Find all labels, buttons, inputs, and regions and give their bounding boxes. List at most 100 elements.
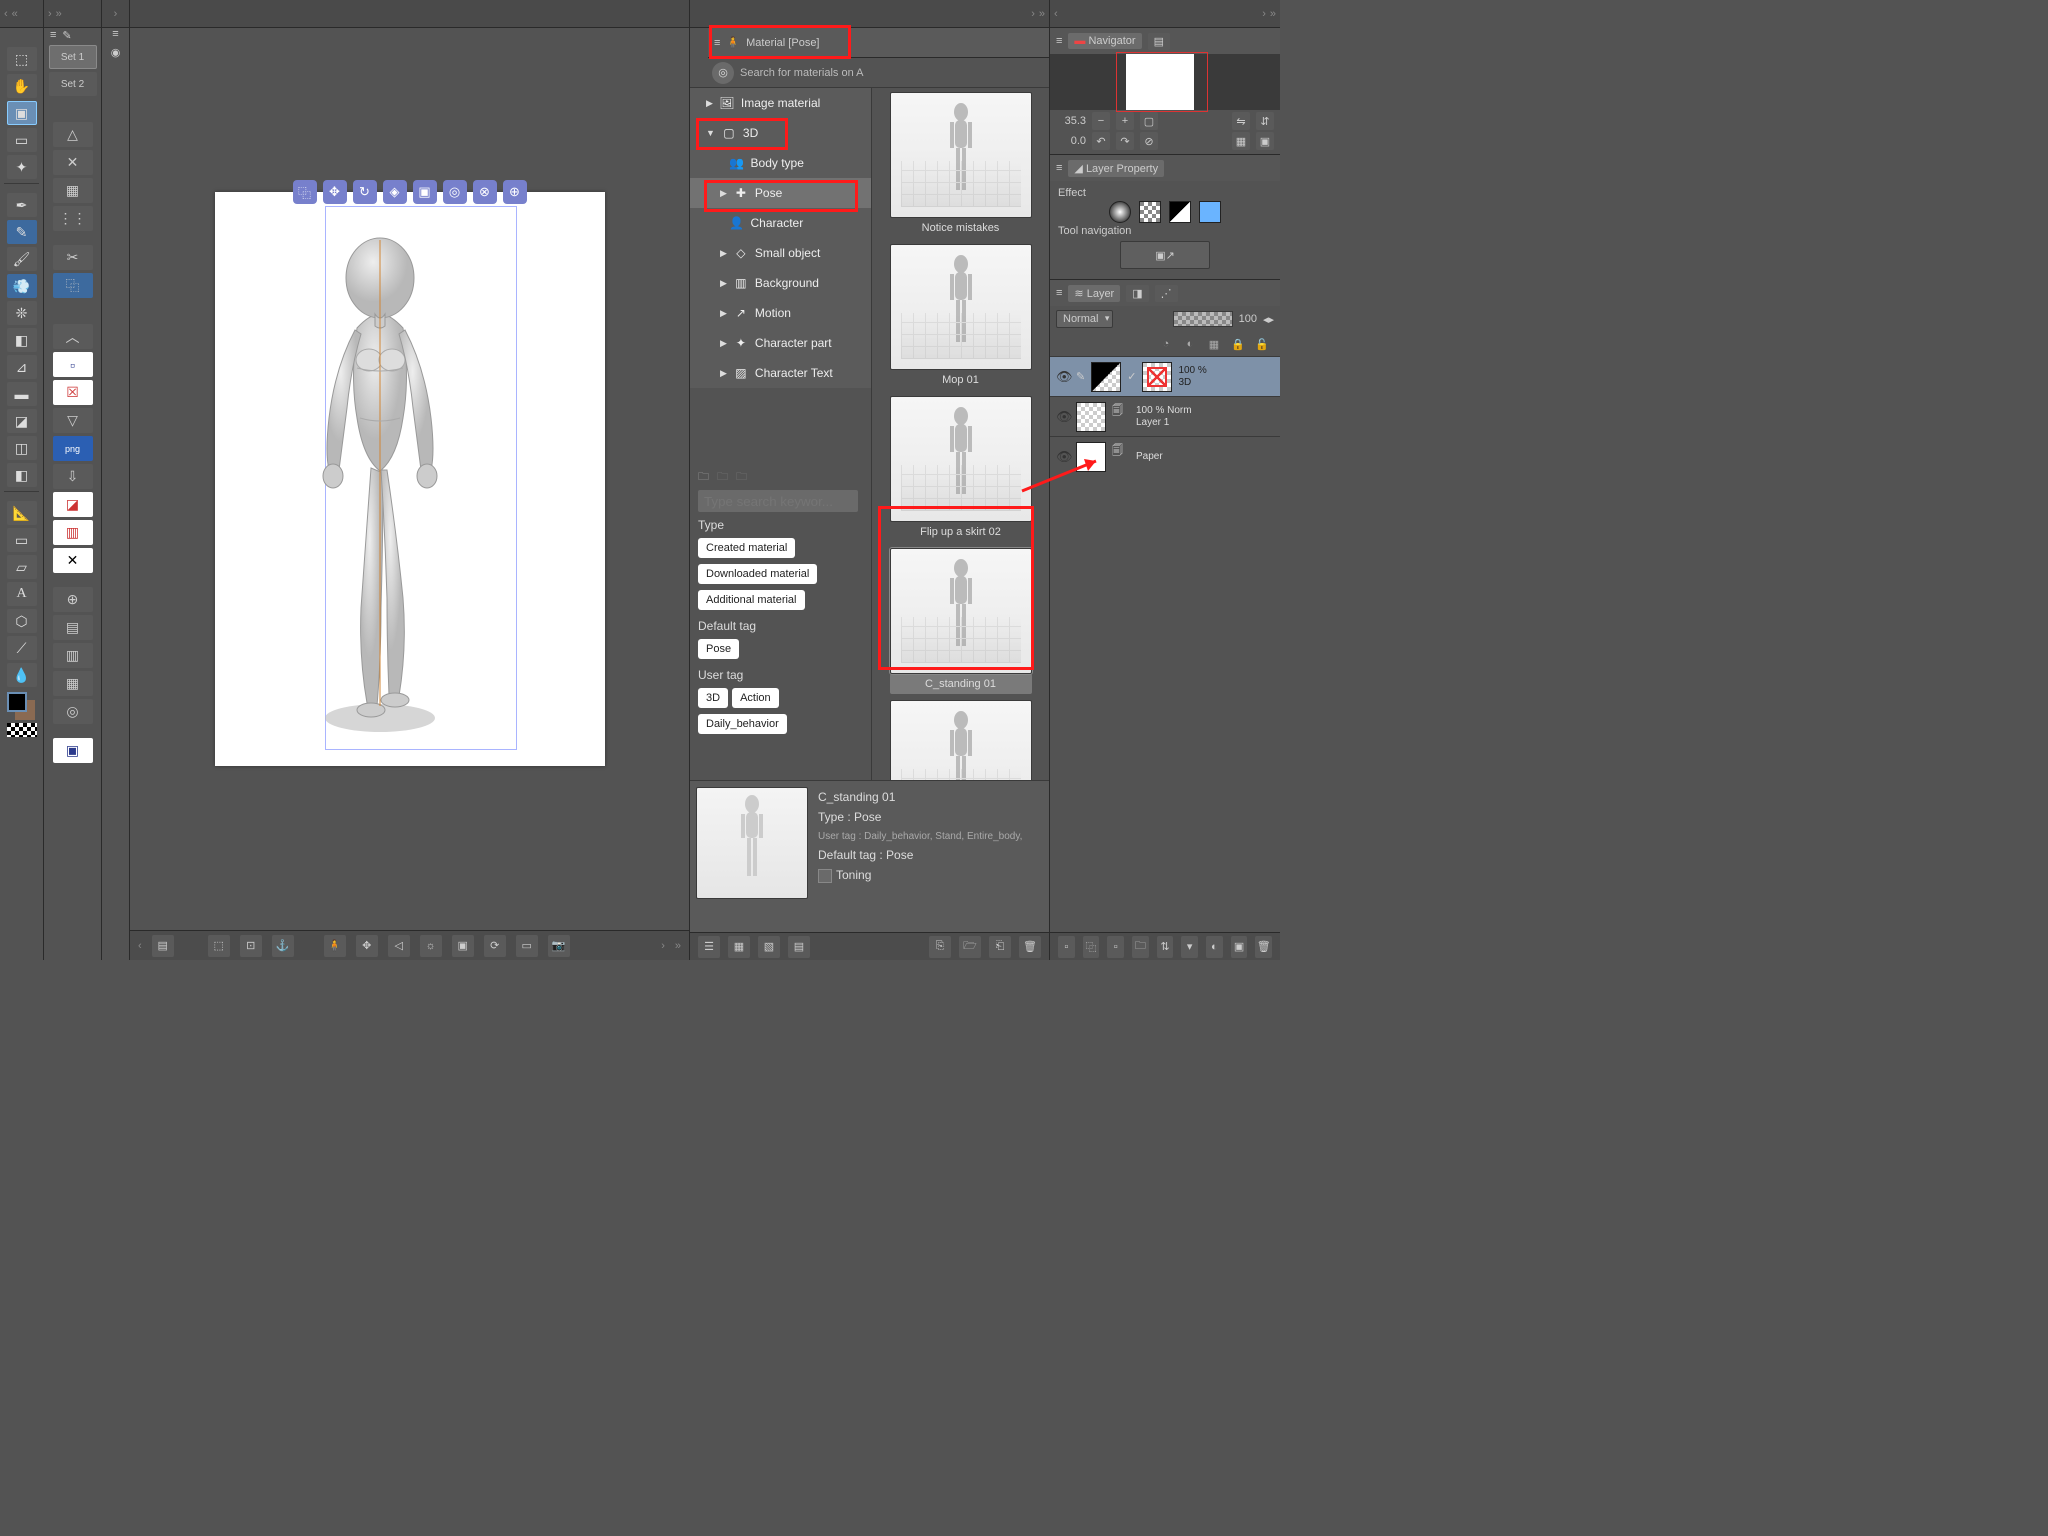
chevron-left-icon[interactable]: ‹ — [138, 940, 142, 952]
thumb-lay-down[interactable]: Lay down — [890, 700, 1032, 780]
eraser2-tool[interactable]: ◫ — [7, 436, 37, 460]
subtool-chevup-icon[interactable]: ︿ — [53, 324, 93, 349]
mask-icon[interactable]: ◐ — [1182, 336, 1198, 352]
menu-icon[interactable]: ≡ — [50, 29, 56, 41]
text-tool[interactable]: A — [7, 582, 37, 606]
tree-item-character[interactable]: 👤Character — [690, 208, 871, 238]
navigator-tab2[interactable]: ▤ — [1148, 33, 1170, 50]
layer-tab3[interactable]: ⋰ — [1155, 285, 1178, 302]
menu-icon[interactable]: ≡ — [112, 28, 118, 42]
tag-icon[interactable]: ⎗ — [989, 936, 1011, 958]
anchor-icon[interactable]: ⚓ — [272, 935, 294, 957]
pencil-tool[interactable]: ✎ — [7, 220, 37, 244]
3d-figure[interactable] — [295, 208, 465, 736]
layer-move-icon[interactable]: ⇅ — [1157, 936, 1174, 958]
tree-item-character-text[interactable]: ▶▨Character Text — [690, 358, 871, 388]
ruler-tool[interactable]: 📐 — [7, 501, 37, 525]
layer-mask-icon[interactable]: ◐ — [1206, 936, 1223, 958]
layer-new2-icon[interactable]: ▫ — [1107, 936, 1124, 958]
chevron-double-left-icon[interactable]: « — [12, 8, 18, 20]
layer-row-3d[interactable]: 👁✎✓100 %3D — [1050, 356, 1280, 396]
manip-files-icon[interactable]: ⿻ — [293, 180, 317, 204]
subtool-layer2-icon[interactable]: ▥ — [53, 643, 93, 668]
lock-trans-icon[interactable]: ▦ — [1206, 336, 1222, 352]
zoom-out-icon[interactable]: − — [1092, 112, 1110, 130]
layer-row-paper[interactable]: 👁🗐Paper — [1050, 436, 1280, 476]
chevron-icon[interactable]: › — [114, 8, 118, 20]
chevron-left-icon[interactable]: ‹ — [4, 8, 8, 20]
crop-icon[interactable]: ▣ — [1256, 132, 1274, 150]
refresh-icon[interactable]: ⟳ — [484, 935, 506, 957]
flip-h-icon[interactable]: ⇋ — [1232, 112, 1250, 130]
paste-icon[interactable]: ⎘ — [929, 936, 951, 958]
layer-tab[interactable]: ≋ Layer — [1068, 285, 1120, 302]
trash-icon[interactable]: 🗑 — [1019, 936, 1041, 958]
hand-tool[interactable]: ✋ — [7, 74, 37, 98]
clip-icon[interactable]: ◔ — [1158, 336, 1174, 352]
visibility-icon[interactable]: 👁 — [1056, 449, 1070, 465]
zoom-in-icon[interactable]: + — [1116, 112, 1134, 130]
fill-tool[interactable]: ▬ — [7, 382, 37, 406]
layer-tab2[interactable]: ◨ — [1126, 285, 1148, 302]
tree-item-3d[interactable]: ▼▢3D — [690, 118, 871, 148]
eraser-tool[interactable]: ◧ — [7, 328, 37, 352]
subtool-copy-icon[interactable]: ⿻ — [53, 273, 93, 298]
user-tag-pill[interactable]: Daily_behavior — [698, 714, 787, 734]
subtool-layer1-icon[interactable]: ▤ — [53, 615, 93, 640]
menu-icon[interactable]: ≡ — [714, 37, 720, 49]
set1-button[interactable]: Set 1 — [49, 45, 97, 69]
layer-row-layer-1[interactable]: 👁🗐100 % NormLayer 1 — [1050, 396, 1280, 436]
subtool-close-icon[interactable]: ✕ — [53, 548, 93, 573]
layer-new-icon[interactable]: ▫ — [1058, 936, 1075, 958]
subtool-assets-icon[interactable]: ◎ — [53, 699, 93, 724]
airbrush-tool[interactable]: 💨 — [7, 274, 37, 298]
view-list-icon[interactable]: ☰ — [698, 936, 720, 958]
object-tool[interactable]: ▣ — [7, 101, 37, 125]
camera-icon[interactable]: 📷 — [548, 935, 570, 957]
folder-icon[interactable]: 🗀 — [698, 468, 709, 487]
keyword-input[interactable] — [698, 490, 858, 512]
subtool-png-icon[interactable]: png — [53, 436, 93, 461]
zoom-fit-icon[interactable]: ▢ — [1140, 112, 1158, 130]
layer-clip-icon[interactable]: ▣ — [1231, 936, 1248, 958]
ground-icon[interactable]: ⬚ — [208, 935, 230, 957]
type-pill[interactable]: Downloaded material — [698, 564, 817, 584]
correction-tool[interactable]: ⟋ — [7, 636, 37, 660]
type-pill[interactable]: Created material — [698, 538, 795, 558]
subtool-newfile-icon[interactable]: ▫ — [53, 352, 93, 377]
manip-rotate-icon[interactable]: ↻ — [353, 180, 377, 204]
default-tag-pill[interactable]: Pose — [698, 639, 739, 659]
pen-tool[interactable]: ✒ — [7, 193, 37, 217]
gradient2-tool[interactable]: ◧ — [7, 463, 37, 487]
folder-move-icon[interactable]: 🗀 — [736, 468, 747, 487]
subtool-scissors-icon[interactable]: ✂ — [53, 245, 93, 270]
shape-tool[interactable]: ▱ — [7, 555, 37, 579]
subtool-import-icon[interactable]: ⇩ — [53, 464, 93, 489]
tree-item-small-object[interactable]: ▶◇Small object — [690, 238, 871, 268]
chevron-double-right-icon[interactable]: » — [56, 8, 62, 20]
brush-tool[interactable]: 🖌 — [7, 247, 37, 271]
transparency-swatch[interactable] — [7, 723, 37, 737]
subtool-transform-icon[interactable]: ✕ — [53, 150, 93, 175]
tree-item-background[interactable]: ▶▥Background — [690, 268, 871, 298]
chevron-right-icon[interactable]: › — [48, 8, 52, 20]
cube-icon[interactable]: ▣ — [452, 935, 474, 957]
tree-item-pose[interactable]: ▶✚Pose — [690, 178, 871, 208]
assets-search-icon[interactable]: ◎ — [712, 62, 734, 84]
chevron-icon[interactable]: ‹ — [1054, 8, 1058, 20]
decoration-tool[interactable]: ❊ — [7, 301, 37, 325]
subtool-layer3-icon[interactable]: ▦ — [53, 671, 93, 696]
subtool-up-icon[interactable]: △ — [53, 122, 93, 147]
focus-icon[interactable]: ⊡ — [240, 935, 262, 957]
layer-folder-icon[interactable]: 🗀 — [1132, 936, 1149, 958]
manip-cube1-icon[interactable]: ▣ — [413, 180, 437, 204]
manip-cube4-icon[interactable]: ⊕ — [503, 180, 527, 204]
opacity-slider[interactable] — [1173, 311, 1233, 327]
move3d-icon[interactable]: ✥ — [356, 935, 378, 957]
subtool-down-icon[interactable]: ▽ — [53, 408, 93, 433]
subtool-mesh-icon[interactable]: ⋮⋮ — [53, 206, 93, 231]
manip-cube3-icon[interactable]: ⊗ — [473, 180, 497, 204]
thumb-c_standing-01[interactable]: C_standing 01 — [890, 548, 1032, 694]
effect-tone-icon[interactable] — [1139, 201, 1161, 223]
doc-icon[interactable]: ▤ — [152, 935, 174, 957]
